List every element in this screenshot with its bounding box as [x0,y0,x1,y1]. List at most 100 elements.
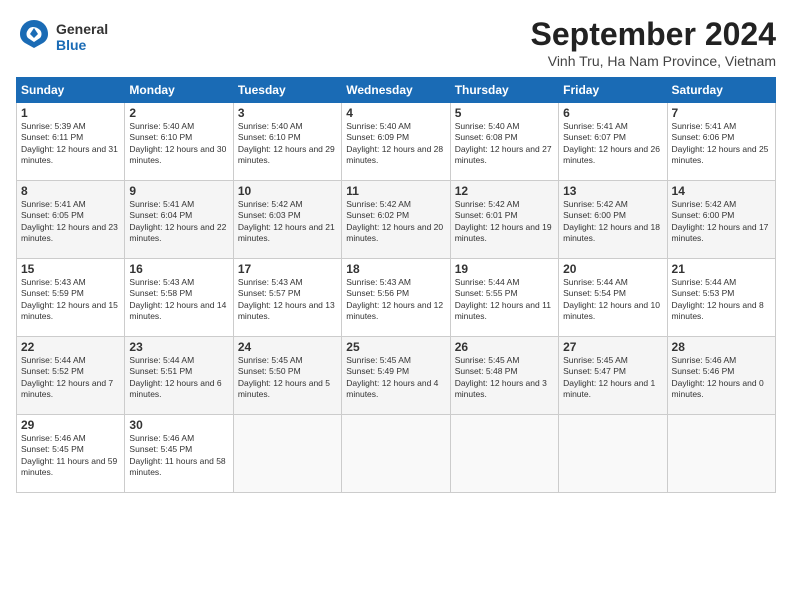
calendar-cell [342,415,450,493]
day-info: Sunrise: 5:46 AMSunset: 5:45 PMDaylight:… [129,433,228,479]
calendar-cell: 25Sunrise: 5:45 AMSunset: 5:49 PMDayligh… [342,337,450,415]
day-number: 24 [238,340,337,354]
day-number: 19 [455,262,554,276]
calendar-cell [667,415,775,493]
day-number: 11 [346,184,445,198]
day-number: 14 [672,184,771,198]
day-number: 3 [238,106,337,120]
page-header: General Blue September 2024 Vinh Tru, Ha… [16,16,776,69]
day-info: Sunrise: 5:46 AMSunset: 5:46 PMDaylight:… [672,355,771,401]
calendar-cell: 27Sunrise: 5:45 AMSunset: 5:47 PMDayligh… [559,337,667,415]
day-info: Sunrise: 5:40 AMSunset: 6:09 PMDaylight:… [346,121,445,167]
calendar-cell: 11Sunrise: 5:42 AMSunset: 6:02 PMDayligh… [342,181,450,259]
calendar-cell: 14Sunrise: 5:42 AMSunset: 6:00 PMDayligh… [667,181,775,259]
calendar-cell: 29Sunrise: 5:46 AMSunset: 5:45 PMDayligh… [17,415,125,493]
day-number: 10 [238,184,337,198]
day-info: Sunrise: 5:45 AMSunset: 5:48 PMDaylight:… [455,355,554,401]
calendar-table: Sunday Monday Tuesday Wednesday Thursday… [16,77,776,493]
header-monday: Monday [125,78,233,103]
calendar-cell: 19Sunrise: 5:44 AMSunset: 5:55 PMDayligh… [450,259,558,337]
day-number: 12 [455,184,554,198]
day-info: Sunrise: 5:39 AMSunset: 6:11 PMDaylight:… [21,121,120,167]
calendar-row: 22Sunrise: 5:44 AMSunset: 5:52 PMDayligh… [17,337,776,415]
day-info: Sunrise: 5:44 AMSunset: 5:54 PMDaylight:… [563,277,662,323]
day-info: Sunrise: 5:41 AMSunset: 6:06 PMDaylight:… [672,121,771,167]
calendar-cell: 21Sunrise: 5:44 AMSunset: 5:53 PMDayligh… [667,259,775,337]
calendar-row: 1Sunrise: 5:39 AMSunset: 6:11 PMDaylight… [17,103,776,181]
day-number: 22 [21,340,120,354]
day-number: 5 [455,106,554,120]
day-info: Sunrise: 5:44 AMSunset: 5:55 PMDaylight:… [455,277,554,323]
day-number: 8 [21,184,120,198]
day-number: 28 [672,340,771,354]
day-info: Sunrise: 5:42 AMSunset: 6:03 PMDaylight:… [238,199,337,245]
day-number: 16 [129,262,228,276]
day-info: Sunrise: 5:41 AMSunset: 6:04 PMDaylight:… [129,199,228,245]
day-number: 9 [129,184,228,198]
calendar-cell: 28Sunrise: 5:46 AMSunset: 5:46 PMDayligh… [667,337,775,415]
day-number: 23 [129,340,228,354]
calendar-cell: 26Sunrise: 5:45 AMSunset: 5:48 PMDayligh… [450,337,558,415]
calendar-cell [233,415,341,493]
day-number: 4 [346,106,445,120]
calendar-cell [450,415,558,493]
day-info: Sunrise: 5:44 AMSunset: 5:53 PMDaylight:… [672,277,771,323]
calendar-cell: 23Sunrise: 5:44 AMSunset: 5:51 PMDayligh… [125,337,233,415]
header-saturday: Saturday [667,78,775,103]
calendar-cell: 8Sunrise: 5:41 AMSunset: 6:05 PMDaylight… [17,181,125,259]
day-info: Sunrise: 5:45 AMSunset: 5:47 PMDaylight:… [563,355,662,401]
day-info: Sunrise: 5:43 AMSunset: 5:56 PMDaylight:… [346,277,445,323]
calendar-cell: 30Sunrise: 5:46 AMSunset: 5:45 PMDayligh… [125,415,233,493]
day-info: Sunrise: 5:45 AMSunset: 5:49 PMDaylight:… [346,355,445,401]
calendar-cell: 9Sunrise: 5:41 AMSunset: 6:04 PMDaylight… [125,181,233,259]
calendar-row: 15Sunrise: 5:43 AMSunset: 5:59 PMDayligh… [17,259,776,337]
day-number: 2 [129,106,228,120]
day-info: Sunrise: 5:46 AMSunset: 5:45 PMDaylight:… [21,433,120,479]
calendar-cell: 17Sunrise: 5:43 AMSunset: 5:57 PMDayligh… [233,259,341,337]
day-number: 7 [672,106,771,120]
header-wednesday: Wednesday [342,78,450,103]
day-info: Sunrise: 5:42 AMSunset: 6:01 PMDaylight:… [455,199,554,245]
calendar-cell [559,415,667,493]
day-number: 1 [21,106,120,120]
location-subtitle: Vinh Tru, Ha Nam Province, Vietnam [531,53,776,69]
logo: General Blue [16,16,108,59]
logo-blue: Blue [56,38,108,53]
calendar-cell: 7Sunrise: 5:41 AMSunset: 6:06 PMDaylight… [667,103,775,181]
day-number: 17 [238,262,337,276]
day-number: 6 [563,106,662,120]
calendar-cell: 16Sunrise: 5:43 AMSunset: 5:58 PMDayligh… [125,259,233,337]
day-info: Sunrise: 5:40 AMSunset: 6:10 PMDaylight:… [238,121,337,167]
day-number: 20 [563,262,662,276]
day-number: 27 [563,340,662,354]
calendar-cell: 1Sunrise: 5:39 AMSunset: 6:11 PMDaylight… [17,103,125,181]
calendar-cell: 18Sunrise: 5:43 AMSunset: 5:56 PMDayligh… [342,259,450,337]
day-number: 15 [21,262,120,276]
calendar-cell: 2Sunrise: 5:40 AMSunset: 6:10 PMDaylight… [125,103,233,181]
header-friday: Friday [559,78,667,103]
calendar-cell: 20Sunrise: 5:44 AMSunset: 5:54 PMDayligh… [559,259,667,337]
day-info: Sunrise: 5:43 AMSunset: 5:57 PMDaylight:… [238,277,337,323]
day-info: Sunrise: 5:40 AMSunset: 6:10 PMDaylight:… [129,121,228,167]
day-info: Sunrise: 5:42 AMSunset: 6:02 PMDaylight:… [346,199,445,245]
calendar-row: 8Sunrise: 5:41 AMSunset: 6:05 PMDaylight… [17,181,776,259]
month-title: September 2024 [531,16,776,53]
calendar-header-row: Sunday Monday Tuesday Wednesday Thursday… [17,78,776,103]
day-info: Sunrise: 5:44 AMSunset: 5:51 PMDaylight:… [129,355,228,401]
day-number: 30 [129,418,228,432]
day-info: Sunrise: 5:41 AMSunset: 6:05 PMDaylight:… [21,199,120,245]
calendar-cell: 4Sunrise: 5:40 AMSunset: 6:09 PMDaylight… [342,103,450,181]
calendar-cell: 12Sunrise: 5:42 AMSunset: 6:01 PMDayligh… [450,181,558,259]
calendar-cell: 10Sunrise: 5:42 AMSunset: 6:03 PMDayligh… [233,181,341,259]
calendar-row: 29Sunrise: 5:46 AMSunset: 5:45 PMDayligh… [17,415,776,493]
logo-bird-icon [16,16,52,59]
calendar-cell: 5Sunrise: 5:40 AMSunset: 6:08 PMDaylight… [450,103,558,181]
title-section: September 2024 Vinh Tru, Ha Nam Province… [531,16,776,69]
calendar-cell: 15Sunrise: 5:43 AMSunset: 5:59 PMDayligh… [17,259,125,337]
day-info: Sunrise: 5:42 AMSunset: 6:00 PMDaylight:… [563,199,662,245]
day-info: Sunrise: 5:40 AMSunset: 6:08 PMDaylight:… [455,121,554,167]
day-info: Sunrise: 5:44 AMSunset: 5:52 PMDaylight:… [21,355,120,401]
day-number: 21 [672,262,771,276]
day-number: 13 [563,184,662,198]
day-info: Sunrise: 5:43 AMSunset: 5:59 PMDaylight:… [21,277,120,323]
